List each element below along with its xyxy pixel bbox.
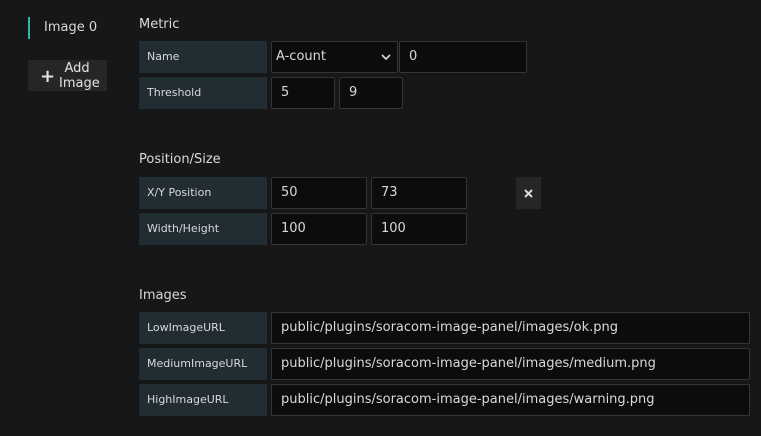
plus-icon: +: [39, 66, 56, 87]
threshold-low-input[interactable]: 5: [271, 77, 335, 109]
threshold-high-input[interactable]: 9: [339, 77, 403, 109]
close-icon: [524, 188, 533, 198]
low-image-url-input[interactable]: public/plugins/soracom-image-panel/image…: [271, 312, 750, 344]
add-image-button[interactable]: + Add Image: [28, 60, 107, 91]
width-height-label: Width/Height: [139, 213, 267, 245]
high-image-url-label: HighImageURL: [139, 384, 267, 416]
image-tab-label: Image 0: [44, 20, 98, 35]
position-section-title: Position/Size: [139, 152, 221, 167]
xy-position-label: X/Y Position: [139, 177, 267, 209]
medium-image-url-input[interactable]: public/plugins/soracom-image-panel/image…: [271, 348, 750, 380]
metric-section-title: Metric: [139, 17, 180, 32]
height-input[interactable]: 100: [371, 213, 467, 245]
low-image-url-label: LowImageURL: [139, 312, 267, 344]
width-input[interactable]: 100: [271, 213, 367, 245]
images-section-title: Images: [139, 288, 187, 303]
metric-name-select[interactable]: A-count: [271, 41, 398, 73]
name-label: Name: [139, 41, 267, 73]
metric-index-input[interactable]: 0: [399, 41, 527, 73]
metric-name-select-value: A-count: [276, 49, 326, 64]
chevron-down-icon: [381, 42, 391, 72]
high-image-url-input[interactable]: public/plugins/soracom-image-panel/image…: [271, 384, 750, 416]
image-panel-editor: Image 0 + Add Image Metric Name A-count …: [0, 0, 761, 436]
threshold-label: Threshold: [139, 77, 267, 109]
x-position-input[interactable]: 50: [271, 177, 367, 209]
remove-image-button[interactable]: [516, 177, 541, 209]
image-tab-0[interactable]: Image 0: [28, 17, 97, 39]
y-position-input[interactable]: 73: [371, 177, 467, 209]
medium-image-url-label: MediumImageURL: [139, 348, 267, 380]
add-image-label: Add Image: [59, 60, 100, 91]
